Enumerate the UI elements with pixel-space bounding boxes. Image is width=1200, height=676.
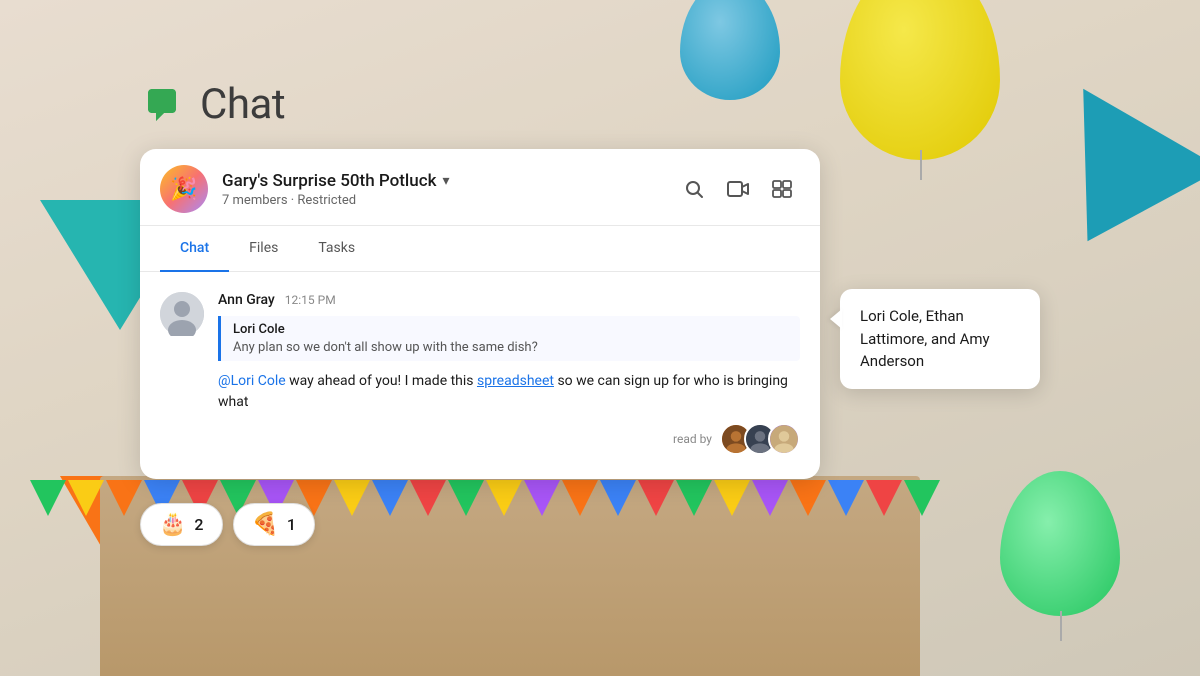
card-header: 🎉 Gary's Surprise 50th Potluck ▾ 7 membe… xyxy=(140,149,820,226)
group-avatar-emoji: 🎉 xyxy=(170,177,197,202)
group-info: Gary's Surprise 50th Potluck ▾ 7 members… xyxy=(222,171,676,208)
messages-area: Ann Gray 12:15 PM Lori Cole Any plan so … xyxy=(140,272,820,479)
message-content: Ann Gray 12:15 PM Lori Cole Any plan so … xyxy=(218,292,800,455)
cake-emoji: 🎂 xyxy=(159,512,186,537)
pizza-emoji: 🍕 xyxy=(252,512,279,537)
app-title: Chat xyxy=(200,80,285,129)
read-avatars[interactable] xyxy=(720,423,800,455)
sender-avatar xyxy=(160,292,204,336)
quoted-message: Lori Cole Any plan so we don't all show … xyxy=(218,316,800,361)
search-button[interactable] xyxy=(676,171,712,207)
message-meta: Ann Gray 12:15 PM xyxy=(218,292,800,308)
tooltip-text: Lori Cole, Ethan Lattimore, and Amy Ande… xyxy=(860,307,990,370)
reaction-badge-cake[interactable]: 🎂 2 xyxy=(140,503,223,546)
spreadsheet-link[interactable]: spreadsheet xyxy=(477,373,554,389)
header-actions xyxy=(676,171,800,207)
group-meta: 7 members · Restricted xyxy=(222,193,676,208)
message-text: @Lori Cole way ahead of you! I made this… xyxy=(218,371,800,413)
group-name-row[interactable]: Gary's Surprise 50th Potluck ▾ xyxy=(222,171,676,191)
group-name: Gary's Surprise 50th Potluck xyxy=(222,171,436,191)
chevron-down-icon[interactable]: ▾ xyxy=(442,173,449,189)
message-sender: Ann Gray xyxy=(218,292,275,308)
read-by-row: read by xyxy=(218,423,800,455)
tab-chat[interactable]: Chat xyxy=(160,226,229,272)
menu-button[interactable] xyxy=(764,171,800,207)
read-by-tooltip: Lori Cole, Ethan Lattimore, and Amy Ande… xyxy=(840,289,1040,389)
tabs-bar: Chat Files Tasks xyxy=(140,226,820,272)
group-avatar: 🎉 xyxy=(160,165,208,213)
message-time: 12:15 PM xyxy=(285,293,336,307)
quoted-text: Any plan so we don't all show up with th… xyxy=(233,340,788,355)
message-text-before-link: way ahead of you! I made this xyxy=(286,373,477,389)
ann-gray-avatar-svg xyxy=(160,292,204,336)
pizza-count: 1 xyxy=(287,515,296,534)
read-by-label: read by xyxy=(673,432,712,446)
tab-tasks[interactable]: Tasks xyxy=(298,226,375,272)
quoted-author: Lori Cole xyxy=(233,322,788,337)
app-header: Chat xyxy=(140,80,285,129)
search-icon xyxy=(684,179,704,199)
chat-logo-icon xyxy=(140,83,184,127)
message-row: Ann Gray 12:15 PM Lori Cole Any plan so … xyxy=(160,292,800,455)
mention-tag[interactable]: @Lori Cole xyxy=(218,373,286,389)
video-icon xyxy=(727,180,749,198)
chat-card: Lori Cole, Ethan Lattimore, and Amy Ande… xyxy=(140,149,820,479)
tab-files[interactable]: Files xyxy=(229,226,298,272)
reactions-row: 🎂 2 🍕 1 xyxy=(140,503,315,546)
reader-avatar-3 xyxy=(768,423,800,455)
video-call-button[interactable] xyxy=(720,171,756,207)
reaction-badge-pizza[interactable]: 🍕 1 xyxy=(233,503,316,546)
apps-icon xyxy=(772,180,792,198)
cake-count: 2 xyxy=(194,515,203,534)
